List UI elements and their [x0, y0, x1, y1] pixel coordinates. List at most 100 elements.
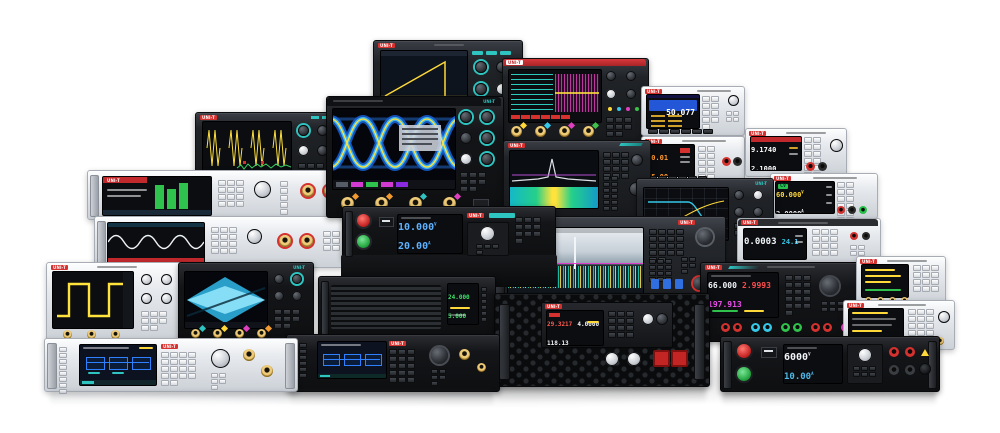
- panel-button: [283, 323, 291, 329]
- model-text: [697, 90, 731, 92]
- keypad-button: [698, 160, 706, 166]
- tag: [88, 372, 100, 374]
- keypad-button: [908, 316, 916, 322]
- keypad-button: [161, 373, 169, 379]
- num-button: [803, 282, 811, 288]
- panel-button: [59, 383, 67, 388]
- panel-button: [667, 250, 675, 256]
- arrow-button: [431, 381, 438, 386]
- panel-button: [481, 287, 487, 292]
- keypad: [804, 137, 824, 178]
- panel-button: [323, 238, 331, 244]
- volts: 60.000V: [776, 191, 804, 199]
- keypad-button: [931, 265, 939, 271]
- panel-button: [159, 318, 167, 324]
- warning-icon: [921, 349, 929, 356]
- rotary-knob: [431, 347, 448, 364]
- keypad-button: [698, 146, 706, 152]
- knob-module: [847, 344, 883, 384]
- small-reading: [651, 125, 665, 127]
- output-jack-row: [707, 321, 857, 337]
- panel-button: [608, 311, 616, 317]
- multichannel-power-supply: UNI-T 66.000 2.9993 197.913: [700, 262, 862, 342]
- model-chip: [489, 213, 515, 218]
- panel-button: [59, 365, 67, 370]
- keypad-button: [227, 187, 235, 193]
- keypad-button: [220, 227, 228, 233]
- keypad-button: [161, 359, 169, 365]
- keypad-button: [707, 167, 715, 173]
- panel-button: [299, 349, 307, 354]
- output-enable-button: [919, 363, 931, 375]
- status-strip: [318, 374, 386, 378]
- numpad: [785, 275, 812, 316]
- uni-t-logo: UNI-T: [200, 115, 217, 120]
- panel-button: [667, 243, 675, 249]
- keypad-button: [398, 377, 406, 383]
- num-button: [603, 194, 610, 199]
- panel-button: [533, 231, 541, 237]
- panel-button: [649, 236, 657, 242]
- keypad: [812, 229, 839, 256]
- knob: [460, 132, 472, 144]
- usb-port: [651, 279, 659, 289]
- num-button: [611, 182, 618, 187]
- teal-slash: [728, 266, 760, 269]
- menu-chip: [826, 194, 832, 196]
- arrow-keys: [681, 257, 699, 274]
- knob: [298, 125, 309, 136]
- rack-ear: [723, 341, 732, 389]
- psu-screen: 24.000 5.000: [447, 283, 479, 325]
- knob: [753, 190, 763, 200]
- battery-simulator-psu: 6000V 10.00A: [720, 336, 940, 392]
- teal-button: [486, 51, 497, 55]
- panel-button: [292, 309, 300, 315]
- status-row: [865, 289, 901, 291]
- knob: [753, 207, 763, 217]
- tag: [112, 372, 124, 374]
- keypad-button: [837, 196, 845, 202]
- main-reading: 0.0003: [744, 237, 777, 247]
- panel-button: [280, 209, 288, 215]
- arrow-button: [726, 117, 732, 122]
- panel-button: [658, 243, 666, 249]
- panel-button: [283, 316, 291, 322]
- signal-path: [323, 359, 380, 360]
- button-cluster: [460, 172, 494, 192]
- text-row: [852, 318, 896, 320]
- aux-buttons: [821, 301, 845, 312]
- panel-button: [299, 355, 307, 360]
- keypad-button: [830, 250, 838, 256]
- usb-port: [663, 279, 671, 289]
- sine-waveform: [108, 229, 204, 255]
- usb-port: [761, 347, 777, 358]
- panel-button: [861, 366, 868, 371]
- panel-button: [608, 332, 616, 338]
- keypad: [161, 352, 202, 386]
- panel-button: [615, 131, 623, 137]
- knob: [481, 153, 493, 165]
- teal-button: [500, 51, 511, 55]
- keypad-button: [813, 151, 821, 157]
- panel-button: [332, 231, 340, 237]
- preset-buttons: [59, 347, 73, 394]
- num-button: [611, 200, 618, 205]
- keypad-button: [837, 189, 845, 195]
- panel-button: [850, 245, 857, 250]
- status-row: [711, 275, 751, 277]
- awg-screen: [107, 222, 205, 264]
- num-button: [794, 282, 802, 288]
- arrow-button: [211, 373, 218, 378]
- knob: [642, 313, 654, 325]
- jack-cyan: [751, 323, 760, 332]
- bnc-connector: [511, 126, 522, 137]
- positive-terminal: [806, 162, 815, 171]
- volts: 10.000V: [398, 222, 437, 233]
- mini-graph: [789, 147, 798, 149]
- keypad-button: [211, 241, 219, 247]
- knob: [298, 145, 309, 156]
- num-button: [665, 265, 672, 270]
- keypad-button: [218, 194, 226, 200]
- usb-port: [675, 279, 683, 289]
- keypad-button: [821, 229, 829, 235]
